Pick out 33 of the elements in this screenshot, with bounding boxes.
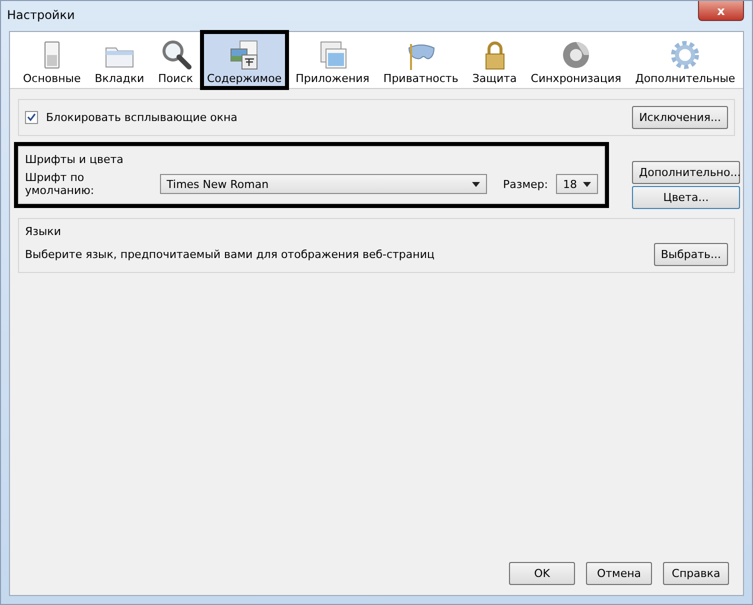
content-icon <box>228 39 260 71</box>
toolbar-tab[interactable]: Приложения <box>290 32 374 88</box>
dialog-button[interactable]: Отмена <box>586 562 652 585</box>
size-dropdown[interactable]: 18 <box>556 174 598 194</box>
sync-icon <box>560 39 592 71</box>
toolbar-tab[interactable]: Содержимое <box>202 32 287 88</box>
languages-text: Выберите язык, предпочитаемый вами для отображения веб-страниц <box>25 248 434 261</box>
toolbar-tab[interactable]: Приватность <box>378 32 464 88</box>
font-dropdown[interactable]: Times New Roman <box>160 174 488 194</box>
toolbar-tab[interactable]: Поиск <box>153 32 198 88</box>
search-icon <box>160 39 192 71</box>
dialog-button[interactable]: OK <box>509 562 575 585</box>
advanced-button[interactable]: Дополнительно... <box>632 161 740 184</box>
checkbox-label: Блокировать всплывающие окна <box>46 111 238 124</box>
caret-icon <box>583 182 591 186</box>
toolbar-tab[interactable]: Дополнительные <box>630 32 740 88</box>
gear-icon <box>669 39 702 71</box>
close-button[interactable]: x <box>698 1 744 21</box>
toolbar-tab[interactable]: Вкладки <box>90 32 150 88</box>
dialog-button[interactable]: Справка <box>663 562 729 585</box>
choose-button[interactable]: Выбрать... <box>654 243 728 266</box>
colors-button[interactable]: Цвета... <box>632 186 740 209</box>
window-title: Настройки <box>7 8 75 22</box>
field-label: Размер: <box>503 178 548 190</box>
group-title: Языки <box>25 225 62 238</box>
toolbar-tab[interactable]: Синхронизация <box>526 32 626 88</box>
caret-icon <box>472 182 480 186</box>
field-label: Шрифт по умолчанию: <box>25 171 96 197</box>
toolbar-tab[interactable]: Защита <box>467 32 522 88</box>
group-title: Шрифты и цвета <box>25 153 124 166</box>
toolbar-tab[interactable]: Основные <box>18 32 86 88</box>
checkbox[interactable] <box>25 111 38 124</box>
exceptions-button[interactable]: Исключения... <box>632 106 728 129</box>
